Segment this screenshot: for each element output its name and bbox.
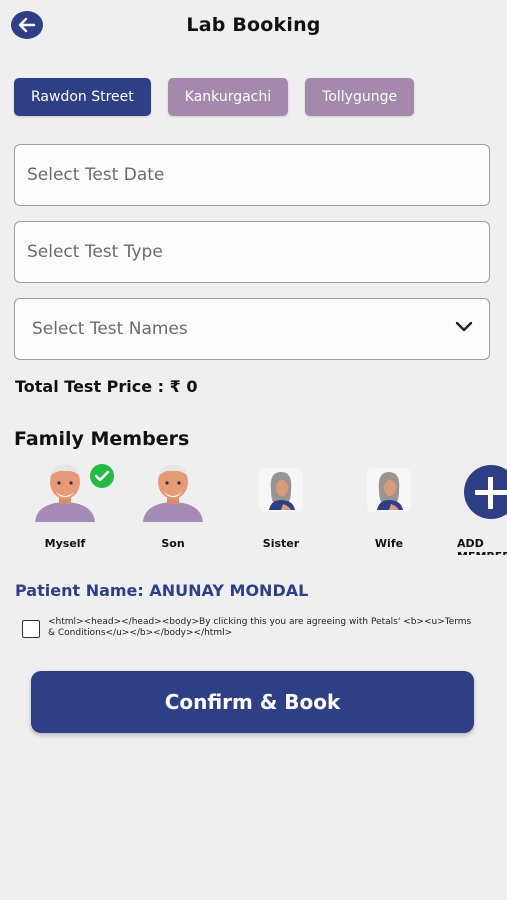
test-names-placeholder: Select Test Names	[32, 319, 188, 339]
member-label: ADD MEMBER	[457, 537, 507, 555]
member-label: Sister	[262, 537, 300, 550]
member-wife[interactable]: Wife	[339, 460, 439, 555]
test-date-field[interactable]: Select Test Date	[14, 144, 490, 206]
selected-check-icon	[90, 464, 114, 488]
chevron-down-icon	[455, 321, 473, 332]
confirm-book-button[interactable]: Confirm & Book	[31, 671, 474, 733]
member-sister[interactable]: Sister	[231, 460, 331, 555]
header: Lab Booking	[0, 0, 507, 56]
test-type-field[interactable]: Select Test Type	[14, 221, 490, 283]
man-avatar-icon	[143, 464, 203, 522]
member-myself[interactable]: Myself	[15, 460, 115, 555]
terms-checkbox[interactable]	[22, 620, 40, 638]
woman-avatar-icon	[259, 468, 303, 512]
member-label: Son	[161, 537, 185, 550]
branch-kankurgachi[interactable]: Kankurgachi	[167, 78, 289, 116]
add-circle-icon	[464, 465, 507, 519]
woman-avatar-icon	[367, 468, 411, 512]
total-test-price: Total Test Price : ₹ 0	[15, 377, 198, 396]
add-member-button[interactable]: ADD MEMBER	[441, 460, 507, 555]
patient-name: Patient Name: ANUNAY MONDAL	[15, 581, 309, 600]
test-type-placeholder: Select Test Type	[27, 242, 163, 262]
page-title: Lab Booking	[186, 14, 321, 36]
family-members-list: Myself Son Sister Wife ADD	[0, 460, 507, 555]
branch-selector: Rawdon Street Kankurgachi Tollygunge	[14, 78, 415, 116]
branch-rawdon-street[interactable]: Rawdon Street	[14, 78, 151, 116]
terms-text: <html><head></head><body>By clicking thi…	[48, 617, 472, 638]
test-names-dropdown[interactable]: Select Test Names	[14, 298, 490, 360]
member-son[interactable]: Son	[123, 460, 223, 555]
branch-tollygunge[interactable]: Tollygunge	[305, 78, 415, 116]
family-members-title: Family Members	[14, 428, 190, 450]
test-date-placeholder: Select Test Date	[27, 165, 165, 185]
member-label: Wife	[374, 537, 404, 550]
member-label: Myself	[44, 537, 86, 550]
